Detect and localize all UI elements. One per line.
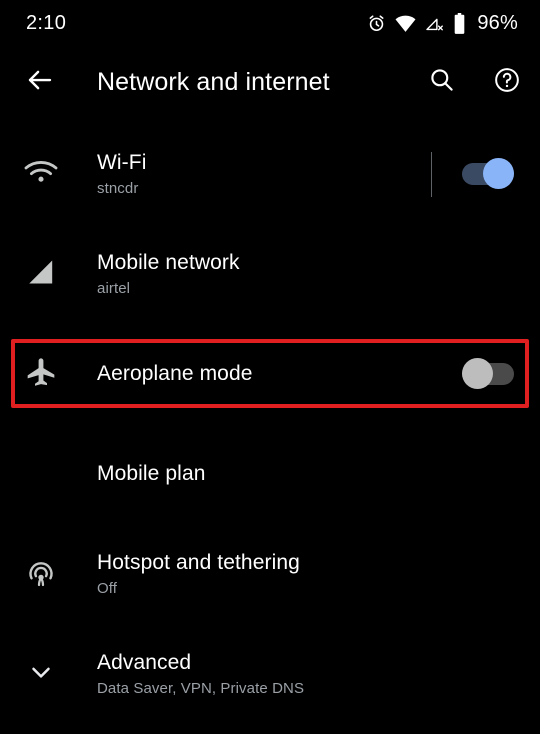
list-item-subtitle: Data Saver, VPN, Private DNS xyxy=(97,679,305,697)
status-bar: 2:10 96% xyxy=(0,0,540,46)
back-button[interactable] xyxy=(22,64,58,100)
battery-icon xyxy=(453,12,466,34)
hotspot-icon xyxy=(24,555,58,594)
page-title: Network and internet xyxy=(97,67,330,96)
list-item-advanced[interactable]: Advanced Data Saver, VPN, Private DNS xyxy=(0,624,540,724)
search-button[interactable] xyxy=(423,64,459,100)
help-button[interactable] xyxy=(489,64,525,100)
list-item-subtitle: Off xyxy=(97,579,118,597)
advanced-row-icon-slot xyxy=(18,624,64,724)
back-arrow-icon xyxy=(25,65,55,100)
list-item-title: Mobile network xyxy=(97,250,240,274)
switch-thumb xyxy=(483,158,514,189)
settings-list: Wi-Fi stncdr Mobile network airtel Aerop… xyxy=(0,124,540,724)
android-settings-screen: 2:10 96% Network and internet Wi-Fi stnc… xyxy=(0,0,540,734)
list-item-hotspot-and-tethering[interactable]: Hotspot and tethering Off xyxy=(0,524,540,624)
list-item-title: Aeroplane mode xyxy=(97,362,253,385)
list-item-mobile-plan[interactable]: Mobile plan xyxy=(0,424,540,524)
list-item-wifi[interactable]: Wi-Fi stncdr xyxy=(0,124,540,224)
aeroplane-row-text: Aeroplane mode xyxy=(97,324,253,424)
aeroplane-mode-toggle-switch[interactable] xyxy=(462,358,514,389)
switch-thumb xyxy=(462,358,493,389)
mobile-signal-off-icon xyxy=(425,14,444,33)
search-icon xyxy=(428,66,455,98)
advanced-row-text: Advanced Data Saver, VPN, Private DNS xyxy=(97,624,304,724)
wifi-row-icon-slot xyxy=(18,124,64,224)
mobile-plan-row-text: Mobile plan xyxy=(97,424,206,524)
status-bar-icons: 96% xyxy=(367,12,518,34)
wifi-toggle-switch[interactable] xyxy=(462,158,514,189)
battery-percent-label: 96% xyxy=(477,12,518,34)
list-item-title: Wi-Fi xyxy=(97,150,147,174)
list-item-aeroplane-mode[interactable]: Aeroplane mode xyxy=(0,324,540,424)
alarm-icon xyxy=(367,14,386,33)
hotspot-row-text: Hotspot and tethering Off xyxy=(97,524,300,624)
aeroplane-icon xyxy=(25,356,57,393)
wifi-icon xyxy=(395,14,416,33)
list-item-title: Advanced xyxy=(97,650,192,674)
help-circle-icon xyxy=(493,66,521,99)
mobile-network-row-icon-slot xyxy=(18,224,64,324)
wifi-row-text: Wi-Fi stncdr xyxy=(97,124,146,224)
signal-cellular-icon xyxy=(25,256,57,293)
status-bar-clock: 2:10 xyxy=(26,12,67,34)
aeroplane-row-icon-slot xyxy=(18,324,64,424)
list-item-subtitle: airtel xyxy=(97,279,131,297)
switch-divider xyxy=(431,152,432,197)
list-item-title: Hotspot and tethering xyxy=(97,550,300,574)
hotspot-row-icon-slot xyxy=(18,524,64,624)
mobile-network-row-text: Mobile network airtel xyxy=(97,224,240,324)
wifi-icon xyxy=(23,158,59,191)
list-item-title: Mobile plan xyxy=(97,462,206,485)
chevron-down-icon xyxy=(26,657,56,692)
app-toolbar: Network and internet xyxy=(0,52,540,112)
list-item-subtitle: stncdr xyxy=(97,179,139,197)
list-item-mobile-network[interactable]: Mobile network airtel xyxy=(0,224,540,324)
